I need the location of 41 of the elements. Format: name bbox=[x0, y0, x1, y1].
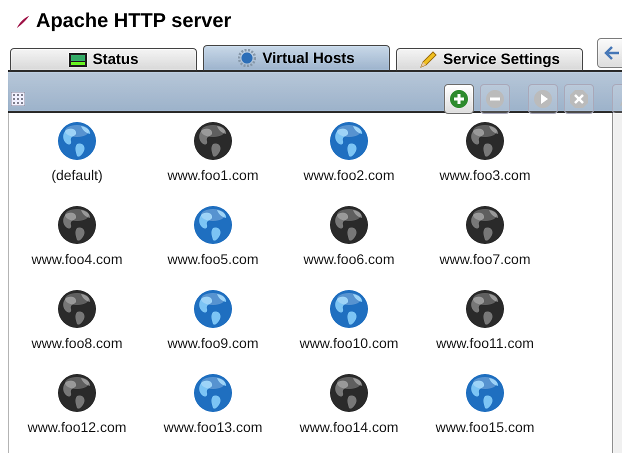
grid-view-icon[interactable] bbox=[11, 92, 25, 106]
host-name: (default) bbox=[51, 167, 103, 183]
tab[interactable]: Virtual Hosts bbox=[203, 45, 390, 70]
host-name: www.foo4.com bbox=[31, 251, 123, 267]
host-name: www.foo8.com bbox=[31, 335, 123, 351]
page-title: Apache HTTP server bbox=[36, 10, 232, 33]
globe-icon[interactable] bbox=[193, 121, 233, 161]
host-name: www.foo14.com bbox=[300, 419, 398, 435]
feather-icon bbox=[16, 14, 30, 28]
monitor-icon bbox=[68, 52, 87, 66]
globe-icon[interactable] bbox=[57, 205, 97, 245]
globe-icon[interactable] bbox=[465, 289, 505, 329]
host-name: www.foo13.com bbox=[164, 419, 262, 435]
tab[interactable]: Service Settings bbox=[396, 48, 583, 70]
globe-icon[interactable] bbox=[57, 289, 97, 329]
play-icon bbox=[533, 88, 553, 108]
globe-icon[interactable] bbox=[465, 205, 505, 245]
pencil-icon bbox=[419, 50, 438, 68]
host-name: www.foo9.com bbox=[167, 335, 259, 351]
add-button[interactable] bbox=[444, 84, 474, 114]
host-name: www.foo6.com bbox=[303, 251, 395, 267]
host-name: www.foo10.com bbox=[300, 335, 398, 351]
stop-icon bbox=[569, 88, 589, 108]
host-name: www.foo12.com bbox=[28, 419, 126, 435]
globe-icon[interactable] bbox=[57, 373, 97, 413]
scrollbar[interactable] bbox=[612, 113, 622, 453]
host-name: www.foo7.com bbox=[439, 251, 531, 267]
minus-icon bbox=[485, 88, 505, 108]
host-name: www.foo11.com bbox=[436, 335, 534, 351]
plus-icon bbox=[449, 88, 469, 108]
tab[interactable]: Status bbox=[10, 48, 197, 70]
back-arrow-icon bbox=[604, 45, 620, 61]
globe-icon[interactable] bbox=[329, 373, 369, 413]
host-name: www.foo3.com bbox=[439, 167, 531, 183]
host-name: www.foo1.com bbox=[167, 167, 259, 183]
host-name: www.foo15.com bbox=[436, 419, 534, 435]
gear-icon bbox=[238, 49, 256, 67]
globe-icon[interactable] bbox=[329, 205, 369, 245]
globe-icon[interactable] bbox=[465, 121, 505, 161]
host-name: www.foo5.com bbox=[167, 251, 259, 267]
host-name: www.foo2.com bbox=[303, 167, 395, 183]
